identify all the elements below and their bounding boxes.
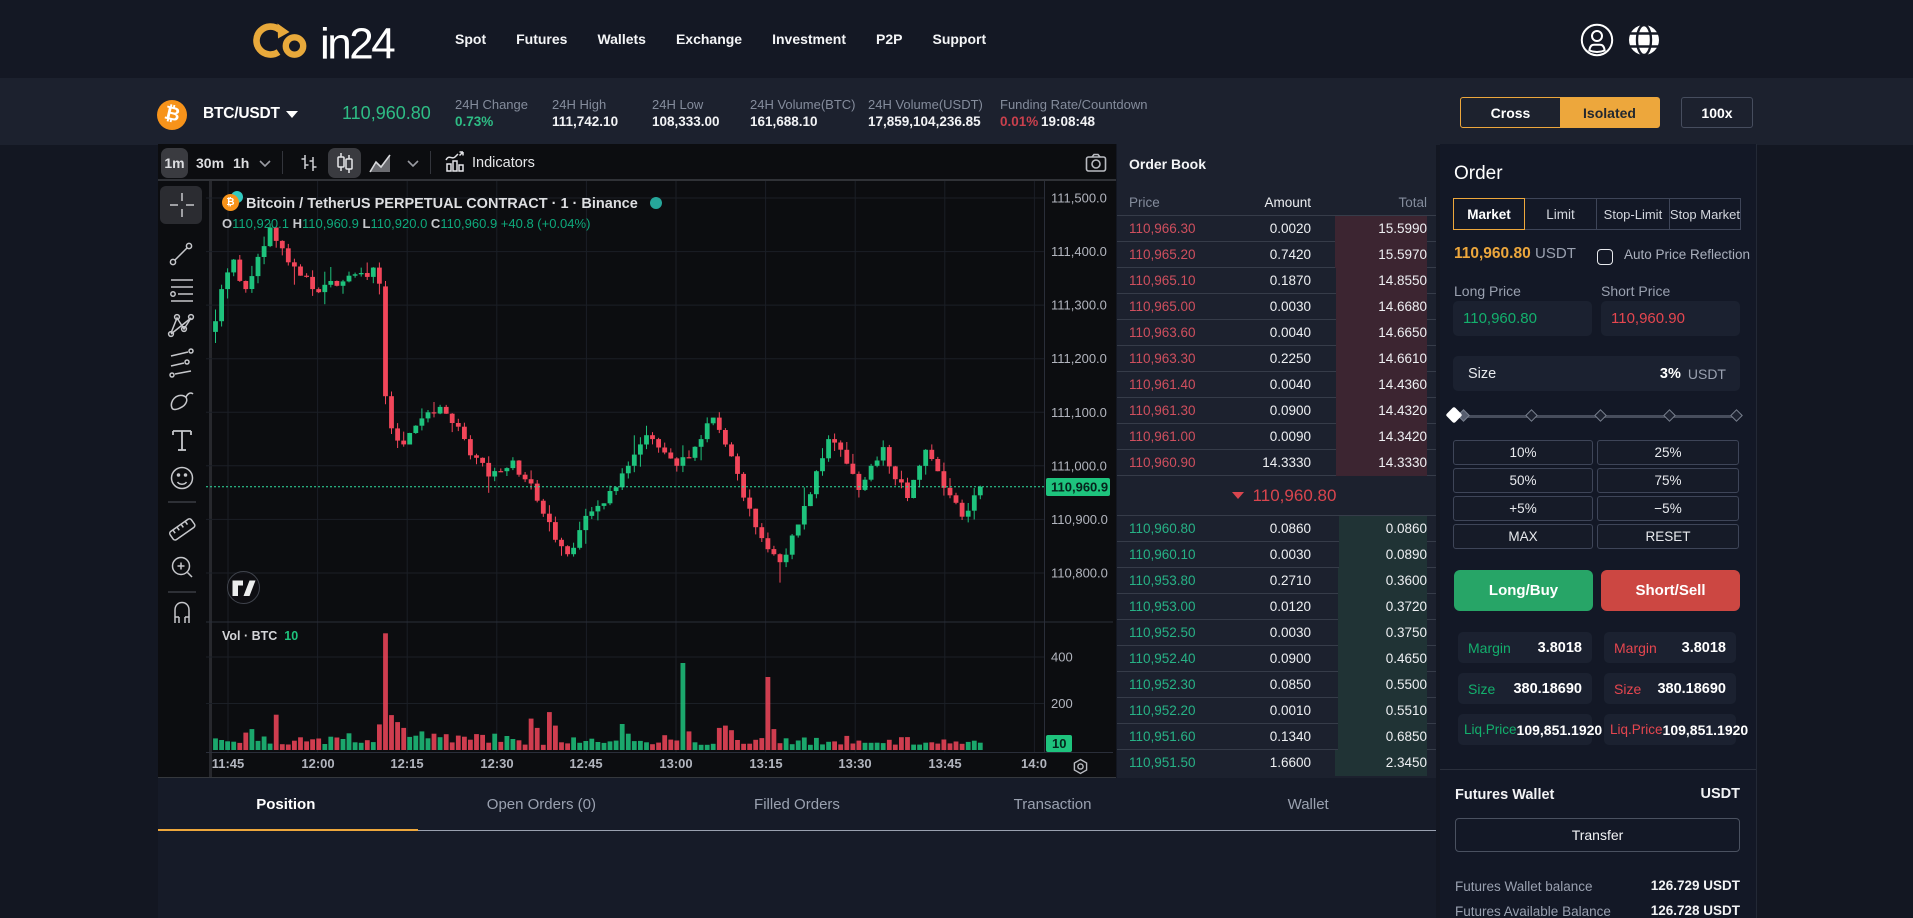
svg-text:13:15: 13:15 (749, 756, 782, 771)
svg-text:13:45: 13:45 (928, 756, 961, 771)
svg-text:400: 400 (1051, 650, 1073, 665)
svg-text:14:0: 14:0 (1021, 756, 1047, 771)
svg-text:111,500.0: 111,500.0 (1051, 191, 1107, 206)
svg-text:111,400.0: 111,400.0 (1051, 244, 1107, 259)
svg-text:12:15: 12:15 (390, 756, 423, 771)
svg-text:110,900.0: 110,900.0 (1051, 512, 1108, 527)
svg-text:111,200.0: 111,200.0 (1051, 351, 1107, 366)
svg-text:12:45: 12:45 (569, 756, 602, 771)
svg-text:10: 10 (1052, 736, 1066, 751)
svg-text:110,800.0: 110,800.0 (1051, 566, 1108, 581)
svg-text:13:00: 13:00 (659, 756, 692, 771)
svg-text:11:45: 11:45 (212, 756, 245, 771)
svg-text:110,960.9: 110,960.9 (1051, 480, 1108, 495)
svg-text:13:30: 13:30 (838, 756, 871, 771)
svg-text:in24: in24 (320, 20, 395, 64)
svg-text:111,100.0: 111,100.0 (1051, 405, 1107, 420)
svg-text:12:30: 12:30 (480, 756, 513, 771)
svg-text:200: 200 (1051, 696, 1073, 711)
svg-text:12:00: 12:00 (301, 756, 334, 771)
svg-text:111,000.0: 111,000.0 (1051, 458, 1107, 473)
svg-text:111,300.0: 111,300.0 (1051, 298, 1107, 313)
